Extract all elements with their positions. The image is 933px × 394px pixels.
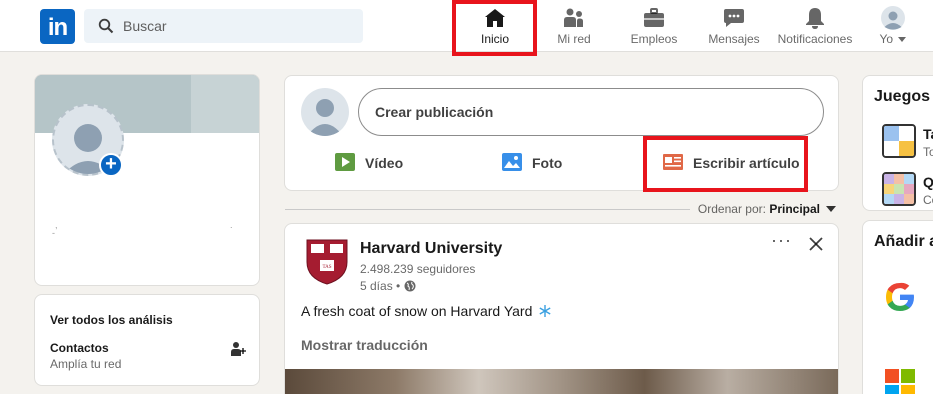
svg-text:TAS: TAS [322, 265, 331, 270]
bell-icon [806, 8, 824, 29]
highlight-box-article [643, 136, 808, 192]
nav-me[interactable]: Yo [868, 0, 918, 52]
add-photo-icon[interactable]: + [99, 153, 123, 177]
photo-button[interactable]: Foto [502, 143, 612, 183]
start-post-button[interactable]: Crear publicación [358, 88, 824, 136]
harvard-shield-logo[interactable]: TAS [305, 238, 349, 286]
nav-my-network-label: Mi red [557, 32, 591, 46]
cover-shape-2 [191, 75, 259, 133]
network-icon [564, 8, 583, 27]
profile-card: + , . - [34, 74, 260, 286]
post-body-text: A fresh coat of snow on Harvard Yard [301, 303, 533, 319]
photo-icon [502, 153, 522, 171]
avatar-icon [881, 6, 905, 30]
highlight-box-home [452, 0, 537, 56]
feed-post: TAS Harvard University 2.498.239 seguido… [284, 223, 839, 394]
nav-messaging-label: Mensajes [708, 32, 760, 46]
caret-down-icon[interactable] [826, 206, 836, 212]
show-translation-link[interactable]: Mostrar traducción [301, 337, 428, 353]
game2-subtitle: Co [923, 193, 933, 207]
sort-label: Ordenar por: [697, 202, 766, 216]
nav-notifications[interactable]: Notificaciones [775, 0, 855, 52]
games-card: Juegos d Ta To Q Co [862, 75, 933, 211]
post-followers: 2.498.239 seguidores [360, 262, 476, 276]
post-image[interactable] [285, 369, 838, 394]
sort-value: Principal [769, 202, 820, 216]
linkedin-logo[interactable]: in [40, 9, 75, 44]
nav-messaging[interactable]: Mensajes [705, 0, 763, 52]
nav-jobs[interactable]: Empleos [625, 0, 683, 52]
caret-down-icon [898, 37, 907, 43]
post-text: A fresh coat of snow on Harvard Yard [301, 303, 552, 319]
close-icon[interactable] [809, 237, 823, 251]
share-avatar [301, 88, 349, 136]
photo-label: Foto [532, 155, 563, 171]
game-queens-icon[interactable] [882, 172, 916, 206]
video-button[interactable]: Vídeo [335, 143, 445, 183]
messaging-icon [724, 9, 744, 27]
sort-divider [285, 209, 690, 210]
add-to-feed-title: Añadir a [874, 233, 933, 250]
feed-sort: Ordenar por: Principal [285, 202, 838, 218]
search-icon [98, 18, 114, 34]
analytics-link[interactable]: Ver todos los análisis [50, 313, 173, 327]
add-to-feed-card: Añadir a [862, 220, 933, 394]
nav-me-text: Yo [879, 32, 894, 46]
briefcase-icon [644, 8, 664, 27]
microsoft-logo-icon[interactable] [885, 369, 915, 394]
video-icon [335, 153, 355, 171]
nav-jobs-label: Empleos [630, 32, 678, 46]
sort-control[interactable]: Ordenar por: Principal [698, 202, 820, 216]
nav-my-network[interactable]: Mi red [545, 0, 603, 52]
globe-icon [404, 280, 416, 292]
profile-placeholder-text: , . - [52, 220, 233, 238]
analytics-card: Ver todos los análisis Contactos Amplía … [34, 294, 260, 386]
post-time-text: 5 días • [360, 279, 401, 293]
contacts-subtitle: Amplía tu red [50, 357, 122, 371]
snowflake-icon [539, 305, 551, 317]
search-bar[interactable] [84, 9, 363, 43]
game1-subtitle: To [923, 145, 933, 159]
nav-notifications-label: Notificaciones [777, 32, 853, 46]
post-time: 5 días • [360, 279, 416, 293]
game1-name[interactable]: Ta [923, 126, 933, 142]
top-nav: in Inicio Mi red Empleos [0, 0, 933, 56]
more-options-icon[interactable]: ··· [771, 230, 792, 251]
search-input[interactable] [123, 9, 353, 43]
user-avatar-icon [307, 99, 343, 136]
nav-me-label: Yo [868, 32, 918, 46]
video-label: Vídeo [365, 155, 404, 171]
game-tango-icon[interactable] [882, 124, 916, 158]
contacts-title[interactable]: Contactos [50, 341, 109, 355]
games-title: Juegos d [874, 88, 933, 105]
post-author[interactable]: Harvard University [360, 240, 502, 258]
google-logo-icon[interactable] [884, 281, 916, 313]
game2-name[interactable]: Q [923, 174, 933, 190]
add-contact-icon[interactable] [230, 341, 246, 357]
